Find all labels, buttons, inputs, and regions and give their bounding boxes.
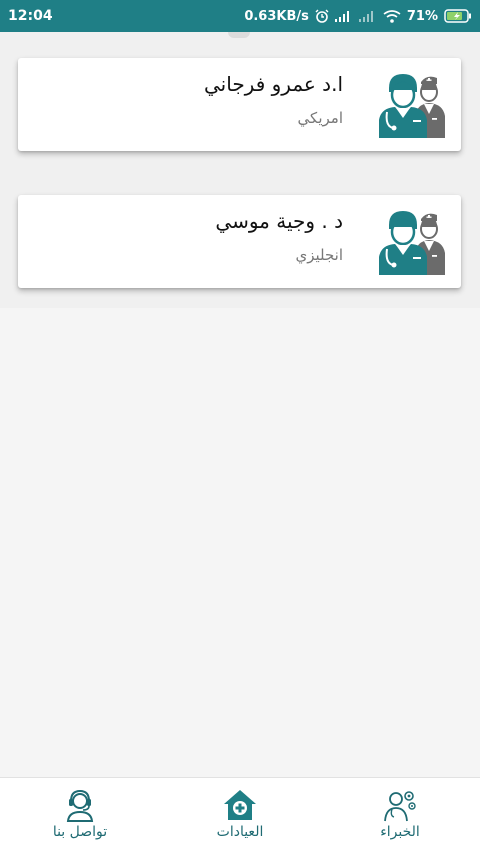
bottom-navigation: تواصل بنا العيادات الخبراء [0,777,480,854]
signal-icon [334,10,353,22]
doctor-nurse-icon [377,70,449,140]
doctor-card[interactable]: د . وجية موسي انجليزي [18,195,461,288]
nav-experts-label: الخبراء [380,824,420,840]
expert-doctor-icon [383,788,417,822]
doctor-nurse-icon [377,207,449,277]
doctor-language: امريكي [297,109,343,127]
nav-experts[interactable]: الخبراء [320,778,480,854]
clinic-house-icon [223,788,257,822]
nav-clinics[interactable]: العيادات [160,778,320,854]
content-area: ا.د عمرو فرجاني امريكي د . وجية موسي انج… [0,32,480,777]
battery-icon [444,9,472,23]
battery-percent: 71% [406,8,438,24]
wifi-icon [383,9,401,23]
status-icons: 0.63KB/s 71% [244,9,472,24]
doctor-card[interactable]: ا.د عمرو فرجاني امريكي [18,58,461,151]
doctor-name: د . وجية موسي [215,209,343,233]
network-speed: 0.63KB/s [244,8,309,24]
pull-indicator [228,32,250,38]
doctor-language: انجليزي [295,246,343,264]
status-bar: 12:04 0.63KB/s 71% [0,0,480,32]
doctor-list: ا.د عمرو فرجاني امريكي د . وجية موسي انج… [0,32,480,308]
alarm-icon [315,9,329,23]
nav-clinics-label: العيادات [216,824,264,840]
status-time: 12:04 [8,8,53,24]
signal-empty-icon [358,10,377,22]
doctor-name: ا.د عمرو فرجاني [203,72,343,96]
nav-contact-label: تواصل بنا [52,824,108,840]
headset-support-icon [63,788,97,822]
nav-contact[interactable]: تواصل بنا [0,778,160,854]
